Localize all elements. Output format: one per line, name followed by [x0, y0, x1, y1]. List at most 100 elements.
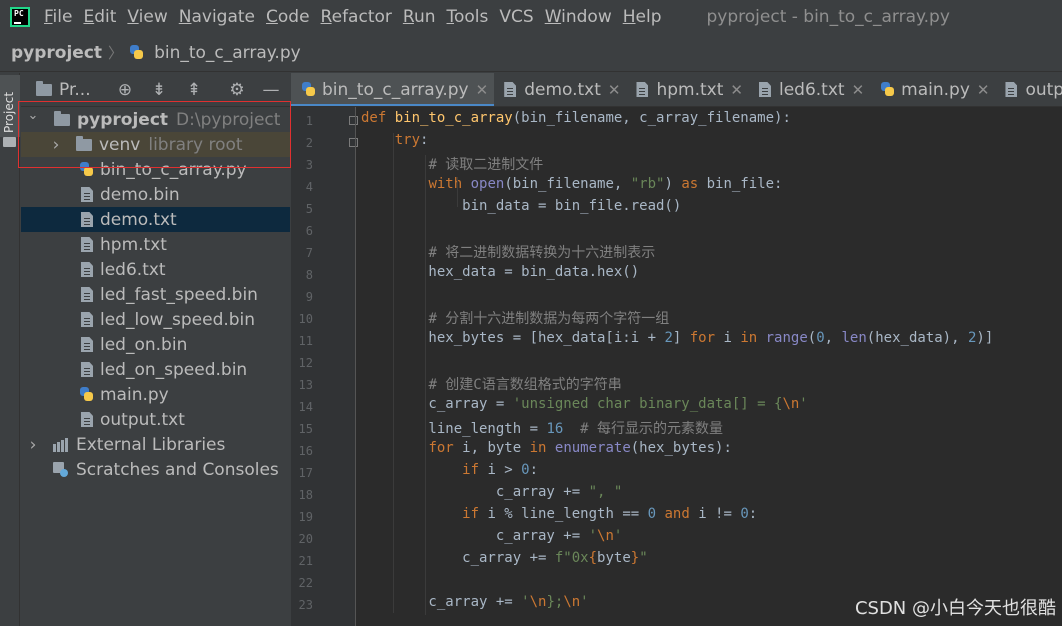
code-token: range	[765, 330, 808, 346]
menu-item-run[interactable]: Run	[403, 7, 436, 27]
tree-row-file[interactable]: led_fast_speed.bin	[21, 282, 290, 307]
close-icon[interactable]: ✕	[476, 81, 489, 99]
close-icon[interactable]: ✕	[852, 81, 865, 99]
folder-icon	[36, 80, 52, 96]
editor-tab[interactable]: demo.txt ✕	[494, 73, 626, 106]
code-line: # 读取二进制文件	[361, 154, 543, 174]
tree-venv-label: venv	[99, 134, 141, 155]
tree-row-file[interactable]: demo.bin	[21, 182, 290, 207]
menu-item-navigate[interactable]: Navigate	[179, 7, 255, 27]
menu-item-window[interactable]: Window	[545, 7, 612, 27]
hide-icon[interactable]: —	[261, 80, 281, 100]
close-icon[interactable]: ✕	[608, 81, 621, 99]
code-token: i % line_length ==	[487, 506, 648, 522]
line-number: 22	[298, 576, 313, 590]
menu-item-help[interactable]: Help	[623, 7, 662, 27]
editor-tab[interactable]: output.txt✕	[995, 73, 1062, 106]
collapse-all-icon[interactable]: ⇟	[149, 80, 169, 100]
code-token: ]	[672, 330, 690, 346]
code-line: line_length = 16 # 每行显示的元素数量	[361, 418, 723, 438]
code-editor[interactable]: 1 2 3 4 5 6 7 8 9 10 11 12 13 14 15 16 17 18 19 20 21 22 23 de…	[291, 107, 1062, 626]
menu-item-vcs[interactable]: VCS	[499, 7, 533, 27]
code-token: 'unsigned char binary_data[] = {	[512, 396, 783, 412]
code-token: };	[546, 594, 564, 610]
code-line: try:	[361, 132, 429, 148]
editor-tab-label: output.txt	[1025, 79, 1062, 100]
line-number: 10	[298, 312, 313, 326]
menu-item-refactor[interactable]: Refactor	[321, 7, 392, 27]
code-token: len	[841, 330, 867, 346]
menu-item-code[interactable]: Code	[266, 7, 310, 27]
tree-row-venv[interactable]: › venv library root	[21, 132, 290, 157]
code-token: 0	[521, 462, 530, 478]
editor-tab[interactable]: led6.txt ✕	[749, 73, 870, 106]
tree-external-libraries-label: External Libraries	[76, 434, 226, 455]
editor-tabs: bin_to_c_array.py ✕ demo.txt ✕ hpm.txt ✕ led6.…	[291, 73, 1062, 107]
code-token: i !=	[698, 506, 741, 522]
tree-row-file[interactable]: demo.txt	[21, 207, 290, 232]
tree-row-external-libraries[interactable]: › External Libraries	[21, 432, 290, 457]
chevron-down-icon[interactable]: ⌄	[26, 108, 40, 123]
fold-marker-icon[interactable]	[349, 116, 358, 125]
code-token: i >	[487, 462, 522, 478]
tree-row-root[interactable]: ⌄ pyproject D:\pyproject	[21, 107, 290, 132]
file-icon	[81, 187, 93, 202]
code-token: 0	[647, 506, 665, 522]
code-line: hex_data = bin_data.hex()	[361, 264, 639, 280]
editor-tab[interactable]: bin_to_c_array.py ✕	[291, 73, 495, 106]
python-file-icon	[880, 82, 895, 97]
project-panel-title[interactable]: Pr...	[36, 80, 91, 100]
chevron-right-icon[interactable]: ›	[26, 435, 40, 455]
code-token: c_array +=	[361, 550, 555, 566]
tree-row-file[interactable]: led_on_speed.bin	[21, 357, 290, 382]
tree-row-file[interactable]: main.py	[21, 382, 290, 407]
folder-icon	[76, 135, 92, 151]
menu-item-view[interactable]: View	[127, 7, 167, 27]
line-number: 11	[298, 334, 313, 348]
editor-tab[interactable]: main.py ✕	[870, 73, 995, 106]
menu-item-tools[interactable]: Tools	[447, 7, 489, 27]
tree-row-scratches[interactable]: Scratches and Consoles	[21, 457, 290, 482]
code-token: c_array =	[361, 396, 513, 412]
code-line: c_array = 'unsigned char binary_data[] =…	[361, 396, 807, 412]
code-token: )	[664, 176, 682, 192]
close-icon[interactable]: ✕	[730, 81, 743, 99]
code-token: enumerate	[554, 440, 631, 456]
line-number: 7	[305, 246, 313, 260]
tree-row-file[interactable]: hpm.txt	[21, 232, 290, 257]
line-number: 6	[305, 224, 313, 238]
breadcrumb-file[interactable]: bin_to_c_array.py	[154, 43, 301, 63]
python-file-icon	[79, 162, 94, 177]
line-number: 18	[298, 488, 313, 502]
gear-icon[interactable]: ⚙	[227, 80, 247, 100]
tree-row-file[interactable]: led6.txt	[21, 257, 290, 282]
line-number: 17	[298, 466, 313, 480]
tool-window-tab-project[interactable]: Project	[0, 75, 20, 137]
tree-row-file[interactable]: led_low_speed.bin	[21, 307, 290, 332]
code-line: if i % line_length == 0 and i != 0:	[361, 506, 757, 522]
code-token: 0	[816, 330, 825, 346]
crosshair-icon[interactable]: ⊕	[115, 80, 135, 100]
tree-row-file[interactable]: led_on.bin	[21, 332, 290, 357]
code-token: :	[529, 462, 539, 478]
folder-icon[interactable]	[3, 137, 16, 147]
editor-tab[interactable]: hpm.txt ✕	[626, 73, 749, 106]
code-token: \n	[563, 594, 581, 610]
code-line: if i > 0:	[361, 462, 538, 478]
file-icon	[758, 82, 771, 97]
menu-item-edit[interactable]: Edit	[83, 7, 116, 27]
chevron-right-icon[interactable]: ›	[49, 135, 63, 155]
fold-marker-icon[interactable]	[349, 138, 358, 147]
tree-file-label: output.txt	[100, 409, 185, 430]
breadcrumb-project[interactable]: pyproject	[11, 43, 102, 63]
menu-item-file[interactable]: File	[44, 7, 72, 27]
tree-row-file[interactable]: bin_to_c_array.py	[21, 157, 290, 182]
tree-row-file[interactable]: output.txt	[21, 407, 290, 432]
file-icon	[81, 237, 93, 252]
close-icon[interactable]: ✕	[977, 81, 990, 99]
expand-all-icon[interactable]: ⇞	[184, 80, 204, 100]
code-token: open	[470, 176, 505, 192]
pycharm-logo-icon[interactable]: PC	[10, 7, 30, 27]
